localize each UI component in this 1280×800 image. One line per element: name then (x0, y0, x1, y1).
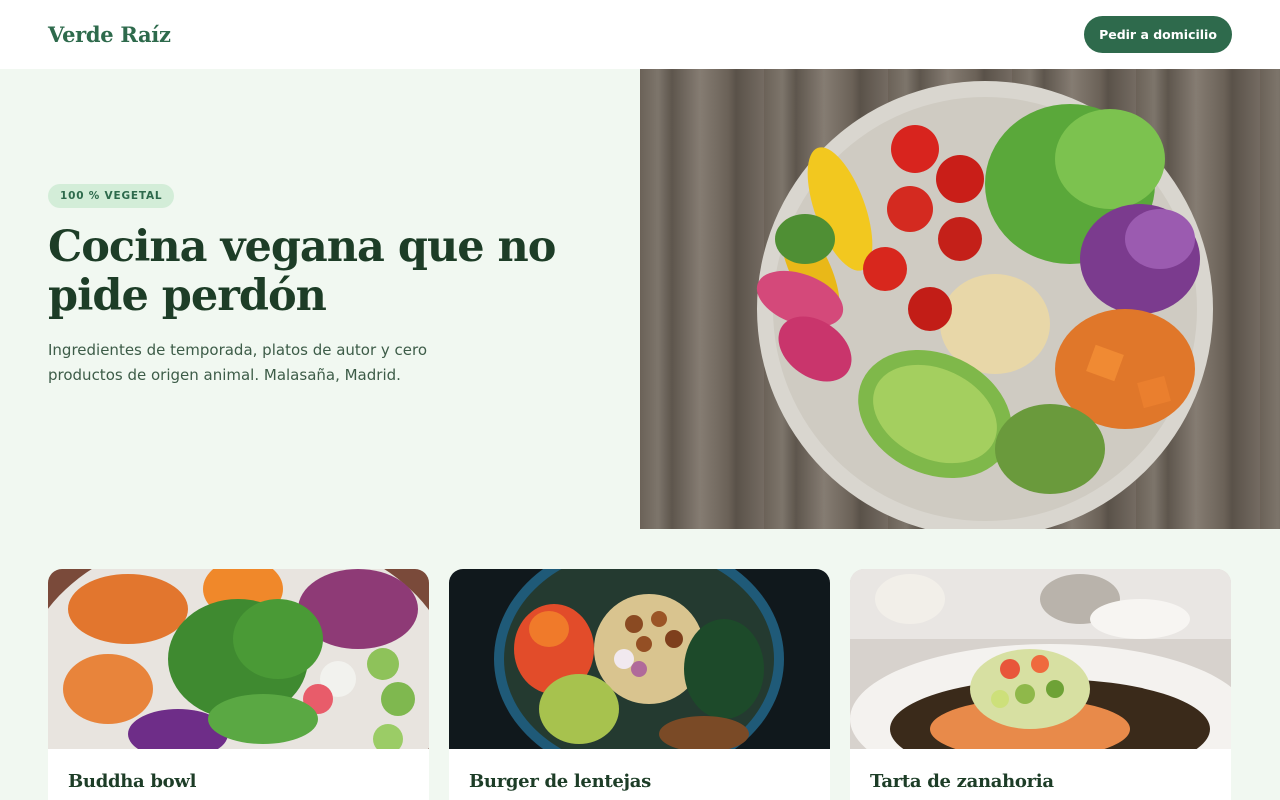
salad-illustration (48, 569, 429, 749)
vegetable-bowl-illustration (756, 81, 1213, 529)
brand-logo[interactable]: Verde Raíz (48, 22, 171, 47)
dish-image (48, 569, 429, 749)
dish-image (850, 569, 1231, 749)
dish-title: Tarta de zanahoria (870, 771, 1054, 792)
dishes-list: Buddha bowl Burger de lentejas Tarta de … (48, 569, 1232, 800)
hero-description-line-1: Ingredientes de temporada, platos de aut… (48, 341, 428, 359)
bowl-illustration (449, 569, 830, 749)
hero-text: 100 % VEGETAL Cocina vegana que no pide … (48, 184, 608, 388)
dish-card[interactable]: Buddha bowl (48, 569, 429, 800)
hero-description: Ingredientes de temporada, platos de aut… (48, 338, 468, 388)
hero-bowl-image (640, 69, 1280, 529)
dish-title: Buddha bowl (68, 771, 197, 792)
dish-image (449, 569, 830, 749)
dish-card[interactable]: Burger de lentejas (449, 569, 830, 800)
vegan-badge: 100 % VEGETAL (48, 184, 175, 208)
hero-headline-line-1: Cocina vegana que no (48, 222, 556, 272)
plated-dish-illustration (850, 569, 1231, 749)
hero-headline: Cocina vegana que no pide perdón (48, 223, 608, 321)
hero-section: 100 % VEGETAL Cocina vegana que no pide … (0, 69, 1280, 529)
dish-card[interactable]: Tarta de zanahoria (850, 569, 1231, 800)
order-delivery-button[interactable]: Pedir a domicilio (1084, 16, 1232, 53)
hero-description-line-2: productos de origen animal. Malasaña, Ma… (48, 366, 401, 384)
site-header: Verde Raíz Pedir a domicilio (0, 0, 1280, 69)
dish-title: Burger de lentejas (469, 771, 651, 792)
hero-headline-line-2: pide perdón (48, 271, 327, 321)
